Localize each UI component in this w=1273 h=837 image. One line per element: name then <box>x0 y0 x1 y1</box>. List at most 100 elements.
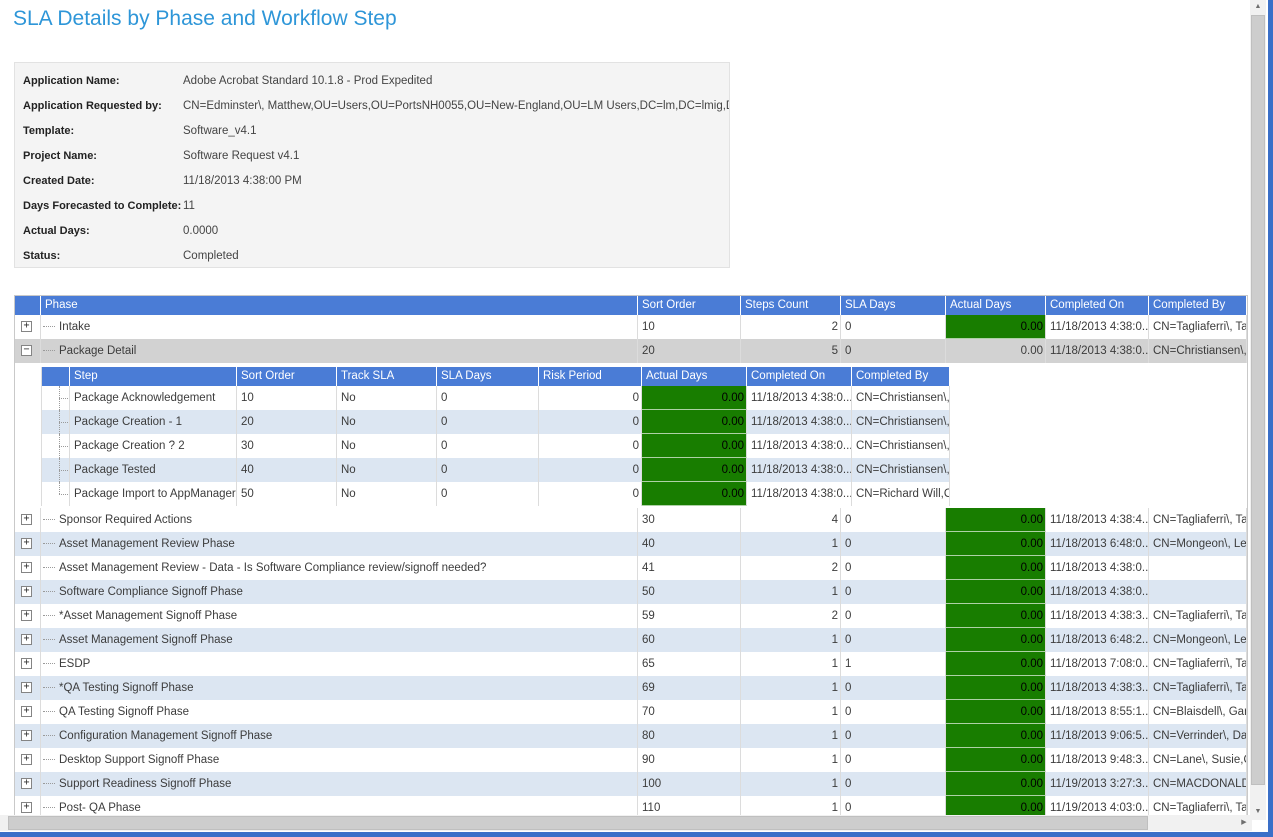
expand-toggle-icon[interactable]: + <box>21 610 32 621</box>
expand-toggle-icon[interactable]: + <box>21 754 32 765</box>
phase-row[interactable]: +Intake10200.0011/18/2013 4:38:0...CN=Ta… <box>15 315 1247 339</box>
info-field-value: CN=Edminster\, Matthew,OU=Users,OU=Ports… <box>183 94 729 119</box>
expand-toggle-icon[interactable]: + <box>21 682 32 693</box>
step-column-header-actual-days[interactable]: Actual Days <box>642 367 747 386</box>
step-column-header-sort-order[interactable]: Sort Order <box>237 367 337 386</box>
phase-row[interactable]: +Asset Management Review Phase40100.0011… <box>15 532 1247 556</box>
step-column-header-risk-period[interactable]: Risk Period <box>539 367 642 386</box>
expand-toggle-icon[interactable]: + <box>21 321 32 332</box>
column-header-actual-days[interactable]: Actual Days <box>946 296 1046 315</box>
vertical-scrollbar[interactable]: ▲ ▼ <box>1250 0 1266 820</box>
window-border-right <box>1268 0 1273 837</box>
info-field-row: Project Name:Software Request v4.1 <box>15 144 729 169</box>
scroll-up-button[interactable]: ▲ <box>1250 0 1266 15</box>
phase-row[interactable]: −Package Detail20500.0011/18/2013 4:38:0… <box>15 339 1247 363</box>
phase-row[interactable]: +Sponsor Required Actions30400.0011/18/2… <box>15 508 1247 532</box>
step-row[interactable]: Package Import to AppManager50No000.0011… <box>42 482 950 506</box>
column-header-phase[interactable]: Phase <box>41 296 638 315</box>
column-header-completed-by[interactable]: Completed By <box>1149 296 1247 315</box>
info-field-row: Status:Completed <box>15 244 729 269</box>
phase-cell: Asset Management Signoff Phase <box>41 628 638 652</box>
tree-branch-line <box>59 482 60 494</box>
info-field-value: 11 <box>183 194 195 219</box>
phase-row-gutter: + <box>15 700 41 724</box>
actual-days-cell: 0.00 <box>946 580 1046 604</box>
step-column-header-completed-on[interactable]: Completed On <box>747 367 852 386</box>
info-field-row: Template:Software_v4.1 <box>15 119 729 144</box>
expand-toggle-icon[interactable]: + <box>21 634 32 645</box>
phase-row[interactable]: +*Asset Management Signoff Phase59200.00… <box>15 604 1247 628</box>
collapse-toggle-icon[interactable]: − <box>21 345 32 356</box>
step-row[interactable]: Package Tested40No000.0011/18/2013 4:38:… <box>42 458 950 482</box>
phase-label: Support Readiness Signoff Phase <box>59 772 231 796</box>
actual-days-cell: 0.00 <box>946 652 1046 676</box>
step-column-header-completed-by[interactable]: Completed By <box>852 367 950 386</box>
expand-toggle-icon[interactable]: + <box>21 586 32 597</box>
expand-toggle-icon[interactable]: + <box>21 658 32 669</box>
phase-label: *Asset Management Signoff Phase <box>59 604 237 628</box>
sort-order-cell: 100 <box>638 772 741 796</box>
expand-toggle-icon[interactable]: + <box>21 562 32 573</box>
steps-count-cell: 1 <box>741 532 841 556</box>
scroll-down-icon: ▼ <box>1255 808 1262 815</box>
expand-toggle-icon[interactable]: + <box>21 802 32 813</box>
step-completed-by-cell: CN=Christiansen\, ... <box>852 458 950 482</box>
column-header-completed-on[interactable]: Completed On <box>1046 296 1149 315</box>
info-field-row: Application Name:Adobe Acrobat Standard … <box>15 69 729 94</box>
phase-row[interactable]: +Configuration Management Signoff Phase8… <box>15 724 1247 748</box>
expand-toggle-icon[interactable]: + <box>21 538 32 549</box>
step-column-header-step[interactable]: Step <box>70 367 237 386</box>
phase-row[interactable]: +Support Readiness Signoff Phase100100.0… <box>15 772 1247 796</box>
step-row[interactable]: Package Acknowledgement10No000.0011/18/2… <box>42 386 950 410</box>
sla-days-cell: 0 <box>841 676 946 700</box>
phase-row[interactable]: +Asset Management Review - Data - Is Sof… <box>15 556 1247 580</box>
phase-row[interactable]: +Asset Management Signoff Phase60100.001… <box>15 628 1247 652</box>
horizontal-scrollbar[interactable]: ▶ <box>0 815 1252 831</box>
completed-by-cell: CN=Christiansen\, ... <box>1149 339 1247 363</box>
completed-by-cell: CN=Verrinder\, Da... <box>1149 724 1247 748</box>
sort-order-cell: 30 <box>638 508 741 532</box>
steps-count-cell: 1 <box>741 652 841 676</box>
phase-row[interactable]: +ESDP65110.0011/18/2013 7:08:0...CN=Tagl… <box>15 652 1247 676</box>
actual-days-cell: 0.00 <box>946 772 1046 796</box>
step-column-header-track-sla[interactable]: Track SLA <box>337 367 437 386</box>
sla-days-cell: 0 <box>841 772 946 796</box>
phase-label: *QA Testing Signoff Phase <box>59 676 193 700</box>
steps-count-cell: 2 <box>741 556 841 580</box>
completed-on-cell: 11/18/2013 9:48:3... <box>1046 748 1149 772</box>
step-column-header-sla-days[interactable]: SLA Days <box>437 367 539 386</box>
sort-order-cell: 65 <box>638 652 741 676</box>
vertical-scrollbar-thumb[interactable] <box>1251 15 1265 785</box>
horizontal-scrollbar-thumb[interactable] <box>8 816 1148 830</box>
phase-row-gutter: + <box>15 556 41 580</box>
tree-connector <box>43 807 55 809</box>
steps-count-cell: 1 <box>741 580 841 604</box>
column-header-sla-days[interactable]: SLA Days <box>841 296 946 315</box>
tree-connector <box>43 519 55 521</box>
scroll-down-button[interactable]: ▼ <box>1250 805 1266 820</box>
phase-row[interactable]: +*QA Testing Signoff Phase69100.0011/18/… <box>15 676 1247 700</box>
phase-cell: Software Compliance Signoff Phase <box>41 580 638 604</box>
info-field-label: Status: <box>23 244 183 269</box>
step-row[interactable]: Package Creation - 120No000.0011/18/2013… <box>42 410 950 434</box>
step-sort-order-cell: 20 <box>237 410 337 434</box>
actual-days-cell: 0.00 <box>946 724 1046 748</box>
step-sort-order-cell: 50 <box>237 482 337 506</box>
phase-row[interactable]: +QA Testing Signoff Phase70100.0011/18/2… <box>15 700 1247 724</box>
step-header-row: StepSort OrderTrack SLASLA DaysRisk Peri… <box>42 367 950 386</box>
expand-toggle-icon[interactable]: + <box>21 514 32 525</box>
tree-branch-stub <box>59 398 68 399</box>
column-header-steps-count[interactable]: Steps Count <box>741 296 841 315</box>
column-header-sort-order[interactable]: Sort Order <box>638 296 741 315</box>
step-header-gutter <box>42 367 70 386</box>
expand-toggle-icon[interactable]: + <box>21 778 32 789</box>
phase-row[interactable]: +Desktop Support Signoff Phase90100.0011… <box>15 748 1247 772</box>
expand-toggle-icon[interactable]: + <box>21 730 32 741</box>
expand-toggle-icon[interactable]: + <box>21 706 32 717</box>
step-completed-by-cell: CN=Christiansen\, ... <box>852 434 950 458</box>
step-row[interactable]: Package Creation ? 230No000.0011/18/2013… <box>42 434 950 458</box>
sort-order-cell: 50 <box>638 580 741 604</box>
completed-by-cell: CN=Tagliaferri\, Ta.. <box>1149 652 1247 676</box>
phase-row[interactable]: +Software Compliance Signoff Phase50100.… <box>15 580 1247 604</box>
phase-row-gutter: − <box>15 339 41 363</box>
